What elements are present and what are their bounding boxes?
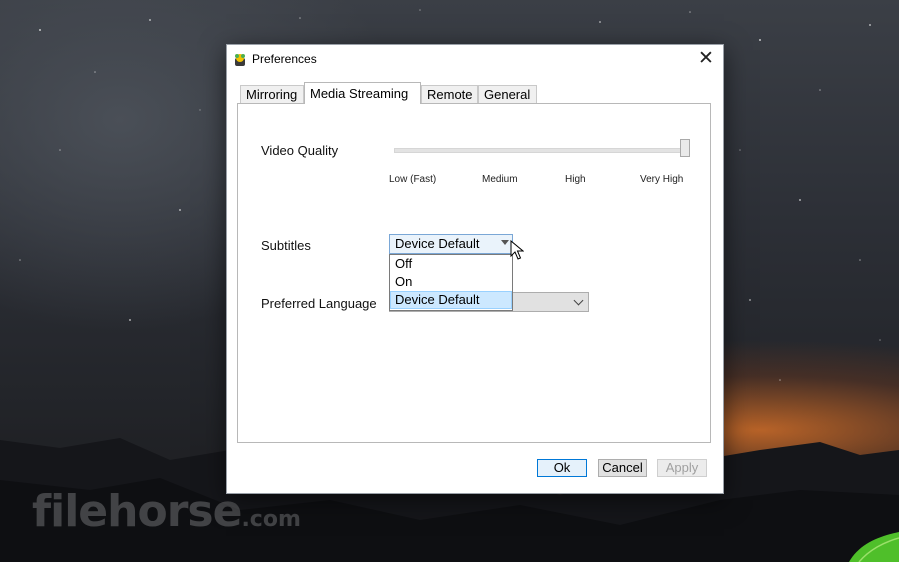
watermark-suffix: .com xyxy=(241,507,301,532)
tab-mirroring[interactable]: Mirroring xyxy=(240,85,304,103)
video-quality-slider-thumb[interactable] xyxy=(680,139,690,157)
tab-general[interactable]: General xyxy=(478,85,537,103)
media-streaming-panel: Video Quality Low (Fast) Medium High Ver… xyxy=(237,103,711,443)
tab-media-streaming[interactable]: Media Streaming xyxy=(304,82,421,104)
title-bar[interactable]: Preferences ✕ xyxy=(227,45,723,75)
mouse-pointer-icon xyxy=(510,240,524,260)
ok-button[interactable]: Ok xyxy=(537,459,587,477)
chevron-down-icon xyxy=(573,295,584,306)
slider-tick-medium: Medium xyxy=(482,174,518,185)
subtitles-option-off[interactable]: Off xyxy=(390,255,512,273)
slider-tick-low: Low (Fast) xyxy=(389,174,437,185)
tab-remote[interactable]: Remote xyxy=(421,85,478,103)
leaf-decoration xyxy=(849,532,899,562)
watermark-brand: filehorse xyxy=(32,486,242,537)
preferred-language-label: Preferred Language xyxy=(261,296,377,311)
apply-button[interactable]: Apply xyxy=(657,459,707,477)
subtitles-select[interactable]: Device Default xyxy=(389,234,513,254)
dialog-title: Preferences xyxy=(252,52,317,66)
app-logo-icon xyxy=(235,54,245,66)
slider-tick-high: High xyxy=(565,174,586,185)
close-icon: ✕ xyxy=(698,48,714,69)
video-quality-slider-track[interactable] xyxy=(394,148,690,153)
cancel-button[interactable]: Cancel xyxy=(598,459,647,477)
subtitles-dropdown-list: Off On Device Default xyxy=(389,254,513,311)
close-button[interactable]: ✕ xyxy=(693,48,719,72)
subtitles-select-value: Device Default xyxy=(395,236,480,251)
video-quality-label: Video Quality xyxy=(261,143,339,158)
subtitles-label: Subtitles xyxy=(261,238,311,253)
subtitles-option-device-default[interactable]: Device Default xyxy=(390,291,512,309)
slider-tick-very-high: Very High xyxy=(640,174,684,185)
preferences-dialog: Preferences ✕ Mirroring Media Streaming … xyxy=(226,44,724,494)
subtitles-option-on[interactable]: On xyxy=(390,273,512,291)
chevron-down-icon xyxy=(501,240,509,245)
